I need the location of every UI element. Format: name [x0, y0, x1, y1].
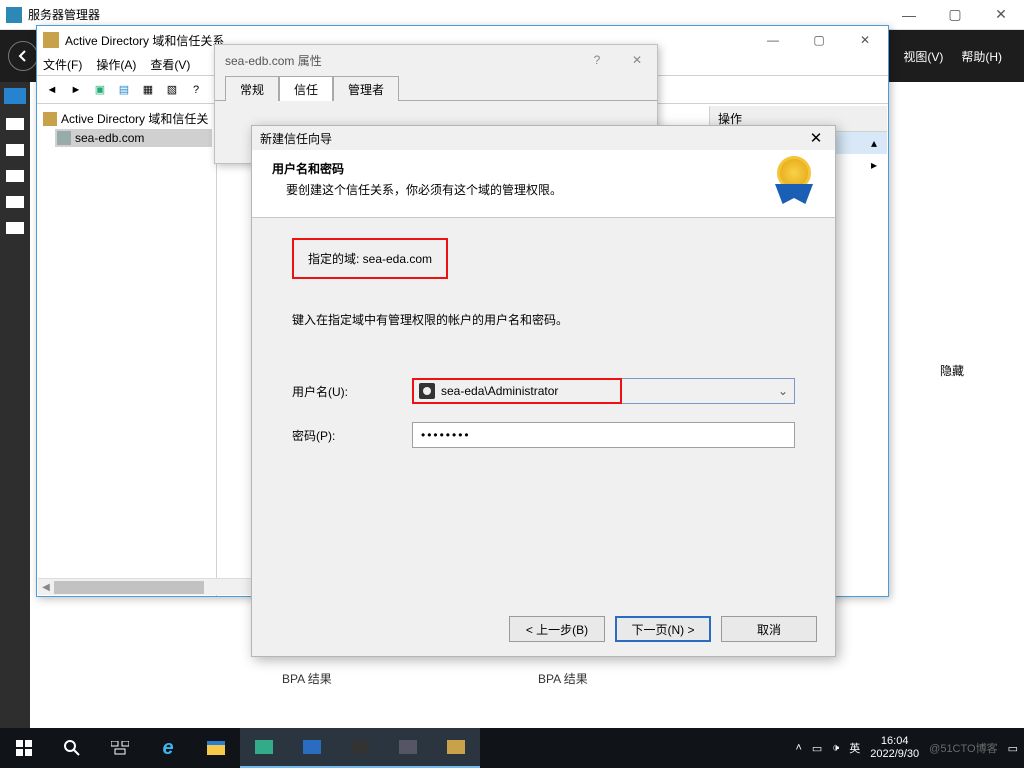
tree-root-label: Active Directory 域和信任关	[61, 110, 208, 127]
tab-trust[interactable]: 信任	[279, 76, 333, 101]
sidebar-item-icon[interactable]	[6, 170, 24, 182]
sidebar-item-icon[interactable]	[6, 144, 24, 156]
ad-minimize-button[interactable]: —	[750, 27, 796, 53]
folder-icon	[43, 112, 57, 126]
search-icon[interactable]	[48, 728, 96, 768]
menu-file[interactable]: 文件(F)	[43, 56, 82, 73]
server-manager-sidebar	[0, 82, 30, 728]
server-manager-title: 服务器管理器	[28, 6, 100, 23]
wizard-close-button[interactable]: ✕	[805, 127, 827, 149]
ad-maximize-button[interactable]: ▢	[796, 27, 842, 53]
password-label: 密码(P):	[292, 427, 412, 444]
help-icon[interactable]: ?	[185, 79, 207, 101]
task-view-icon[interactable]	[96, 728, 144, 768]
clock-date: 2022/9/30	[870, 748, 919, 761]
specified-domain-highlight: 指定的域: sea-eda.com	[292, 238, 448, 279]
up-icon[interactable]: ▣	[89, 79, 111, 101]
server-manager-task-icon[interactable]	[240, 728, 288, 768]
scroll-thumb[interactable]	[54, 581, 204, 594]
start-button[interactable]	[0, 728, 48, 768]
cancel-button[interactable]: 取消	[721, 616, 817, 642]
close-button[interactable]: ✕	[978, 0, 1024, 30]
scroll-left-icon[interactable]: ◀	[38, 579, 54, 596]
properties-tabs: 常规 信任 管理者	[215, 75, 657, 101]
ad-tree: Active Directory 域和信任关 sea-edb.com	[37, 104, 217, 596]
bpa-result-left: BPA 结果	[282, 670, 332, 687]
username-value: sea-eda\Administrator	[441, 384, 558, 398]
tree-root-node[interactable]: Active Directory 域和信任关	[41, 108, 212, 129]
ie-icon[interactable]: e	[144, 728, 192, 768]
prop-close-button[interactable]: ✕	[617, 46, 657, 74]
tray-chevron-icon[interactable]: ˄	[795, 742, 801, 754]
specified-domain-label: 指定的域: sea-eda.com	[308, 252, 432, 266]
sidebar-item-icon[interactable]	[6, 196, 24, 208]
taskbar-clock[interactable]: 16:04 2022/9/30	[870, 735, 919, 761]
ad-window-title: Active Directory 域和信任关系	[65, 32, 224, 49]
next-button[interactable]: 下一页(N) >	[615, 616, 711, 642]
wizard-titlebar: 新建信任向导 ✕	[252, 126, 835, 150]
username-combobox[interactable]: sea-eda\Administrator ⌄	[412, 378, 795, 404]
wizard-subheading: 要创建这个信任关系，你必须有这个域的管理权限。	[286, 181, 819, 198]
ad-window-icon	[43, 32, 59, 48]
wizard-buttons: < 上一步(B) 下一页(N) > 取消	[509, 616, 817, 642]
export-icon[interactable]: ▦	[137, 79, 159, 101]
tree-child-node[interactable]: sea-edb.com	[55, 129, 212, 147]
sidebar-item-icon[interactable]	[6, 118, 24, 130]
domain-icon	[57, 131, 71, 145]
menu-help[interactable]: 帮助(H)	[961, 48, 1002, 65]
network-icon[interactable]: ▭	[812, 742, 822, 755]
properties-icon[interactable]: ▧	[161, 79, 183, 101]
app4-task-icon[interactable]	[384, 728, 432, 768]
ime-indicator[interactable]: 英	[849, 740, 860, 756]
app5-task-icon[interactable]	[432, 728, 480, 768]
nav-back-icon[interactable]: ◄	[41, 79, 63, 101]
tree-child-label: sea-edb.com	[75, 131, 144, 145]
app3-task-icon[interactable]	[336, 728, 384, 768]
menu-view[interactable]: 视图(V)	[903, 48, 943, 65]
properties-title: sea-edb.com 属性	[225, 52, 322, 69]
maximize-button[interactable]: ▢	[932, 0, 978, 30]
prop-help-button[interactable]: ?	[577, 46, 617, 74]
notifications-icon[interactable]: ▭	[1008, 742, 1018, 755]
ad-close-button[interactable]: ✕	[842, 27, 888, 53]
tab-admin[interactable]: 管理者	[333, 76, 399, 101]
sound-icon[interactable]: 🕩	[832, 742, 839, 755]
sidebar-dashboard-icon[interactable]	[4, 88, 26, 104]
chevron-down-icon[interactable]: ⌄	[778, 384, 788, 398]
wizard-instruction: 键入在指定域中有管理权限的帐户的用户名和密码。	[292, 311, 795, 328]
mmc-task-icon[interactable]	[288, 728, 336, 768]
clock-time: 16:04	[870, 735, 919, 748]
wizard-title: 新建信任向导	[260, 130, 332, 147]
hidden-link[interactable]: 隐藏	[940, 362, 964, 379]
tab-general[interactable]: 常规	[225, 76, 279, 101]
system-tray: ˄ ▭ 🕩 英 16:04 2022/9/30 @51CTO博客 ▭	[795, 735, 1024, 761]
menu-view-ad[interactable]: 查看(V)	[150, 56, 190, 73]
wizard-heading: 用户名和密码	[272, 160, 819, 177]
username-label: 用户名(U):	[292, 383, 412, 400]
wizard-body: 指定的域: sea-eda.com 键入在指定域中有管理权限的帐户的用户名和密码…	[252, 218, 835, 468]
menu-action[interactable]: 操作(A)	[96, 56, 136, 73]
watermark: @51CTO博客	[929, 740, 997, 756]
wizard-header: 用户名和密码 要创建这个信任关系，你必须有这个域的管理权限。	[252, 150, 835, 218]
new-trust-wizard: 新建信任向导 ✕ 用户名和密码 要创建这个信任关系，你必须有这个域的管理权限。 …	[251, 125, 836, 657]
bpa-result-right: BPA 结果	[538, 670, 588, 687]
wizard-badge-icon	[769, 156, 819, 212]
user-icon	[419, 383, 435, 399]
taskbar: e ˄ ▭ 🕩 英 16:04 2022/9/30 @51CTO博客 ▭	[0, 728, 1024, 768]
back-button[interactable]: < 上一步(B)	[509, 616, 605, 642]
minimize-button[interactable]: —	[886, 0, 932, 30]
refresh-icon[interactable]: ▤	[113, 79, 135, 101]
nav-forward-icon[interactable]: ►	[65, 79, 87, 101]
password-field[interactable]	[412, 422, 795, 448]
properties-titlebar: sea-edb.com 属性 ? ✕	[215, 45, 657, 75]
explorer-icon[interactable]	[192, 728, 240, 768]
sidebar-item-icon[interactable]	[6, 222, 24, 234]
server-manager-icon	[6, 7, 22, 23]
back-button[interactable]	[8, 41, 38, 71]
